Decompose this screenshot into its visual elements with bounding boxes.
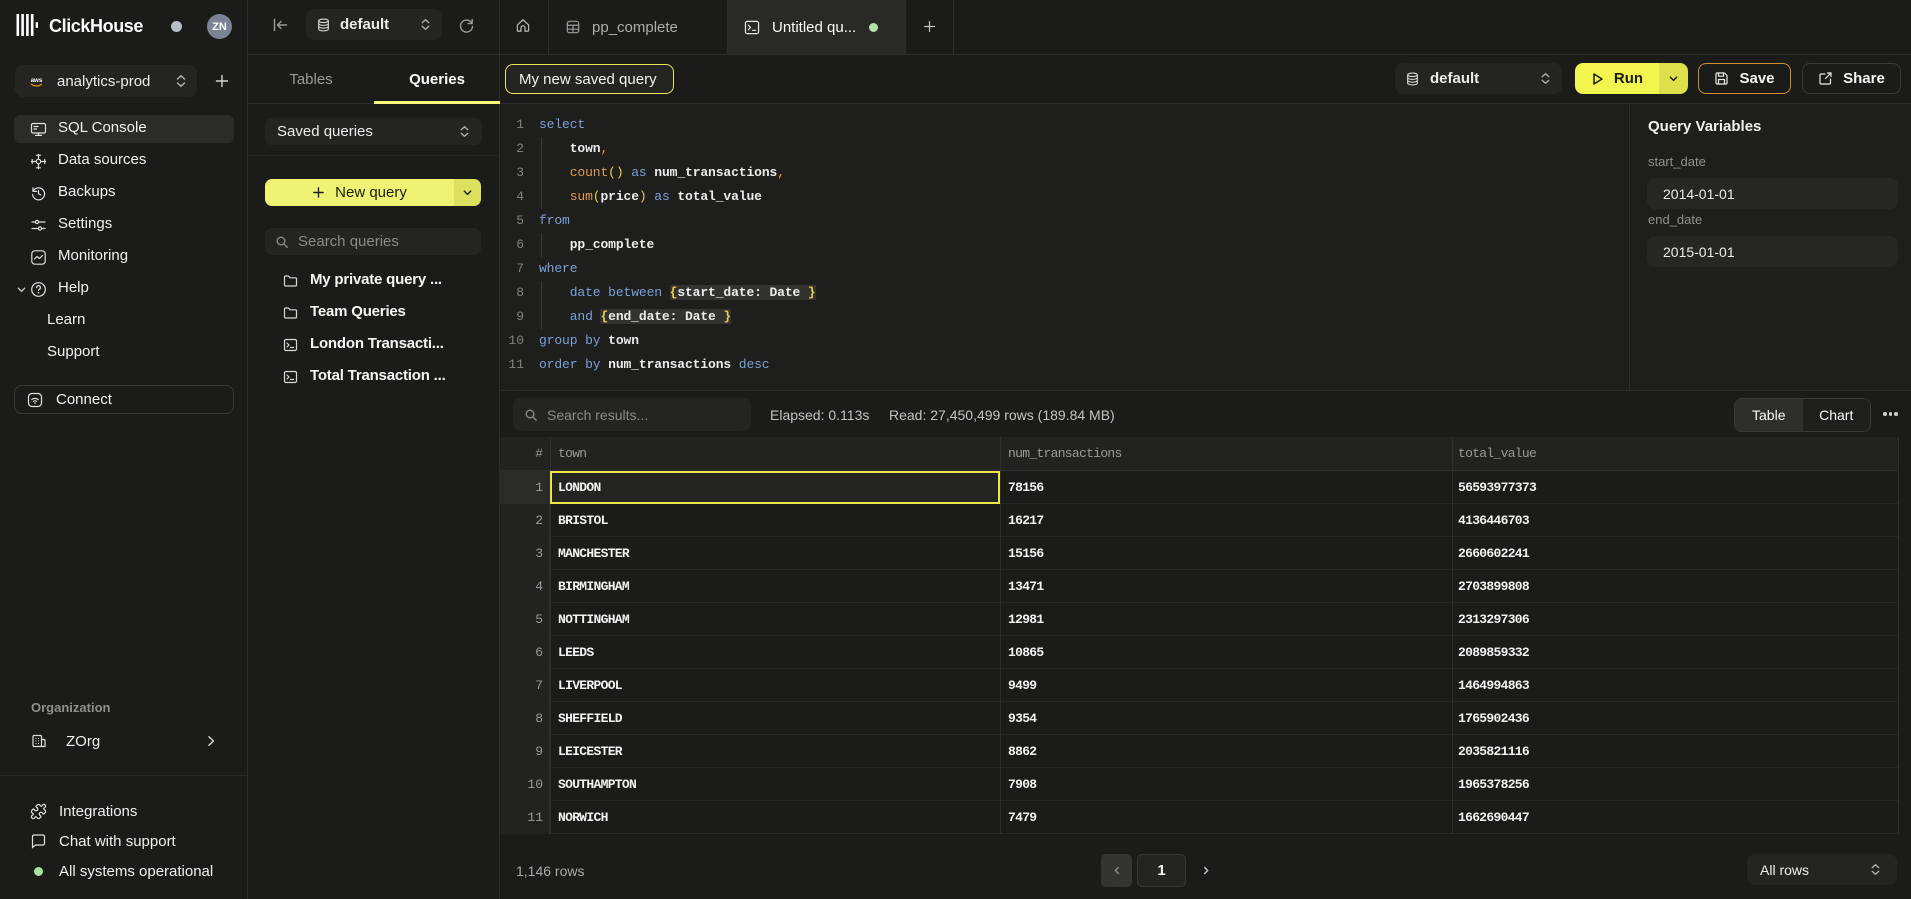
- svg-text:aws: aws: [31, 77, 43, 84]
